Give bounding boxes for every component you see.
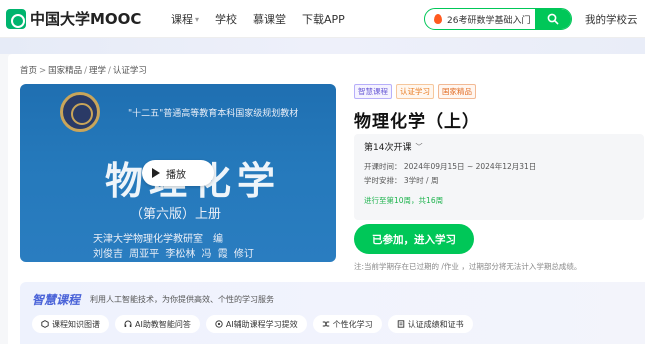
course-cover-video[interactable]: "十二五"普通高等教育本科国家级规划教材 物理化学 （第六版）上册 天津大学物理… [20,84,336,262]
my-school-cloud-link[interactable]: 我的学校云 [585,12,638,27]
course-tags: 智慧课程 认证学习 国家精品 [354,84,644,99]
smart-item-label: 认证成绩和证书 [407,319,464,329]
course-progress: 进行至第10周，共16周 [364,196,444,205]
smart-course-section: 智慧课程 利用人工智能技术，为你提供高效、个性的学习服务 课程知识图谱 AI助教… [20,282,645,344]
smart-course-desc: 利用人工智能技术，为你提供高效、个性的学习服务 [90,295,274,304]
play-icon [152,168,160,178]
cube-icon [41,320,49,328]
tag-national-quality: 国家精品 [438,84,476,99]
smart-item-label: 个性化学习 [332,319,373,329]
course-title: 物理化学（上） [354,112,480,132]
nav-download-app-label: 下载APP [302,13,345,26]
mooc-logo-icon [6,8,26,29]
certificate-icon [397,320,404,328]
nav-schools-label: 学校 [215,13,238,26]
top-navigation-bar: 中国大学MOOC 课程 ▾ 学校 慕课堂 下载APP 26考研数学基础入门 我的… [0,0,645,38]
session-info-box: 第14次开课 ﹀ 开课时间： 2024年09月15日 ~ 2024年12月31日… [354,134,644,220]
search-button[interactable] [535,9,571,29]
smart-feature-list: 课程知识图谱 AI助教智能问答 AI辅助课程学习提效 个性化学习 认证成绩和证书 [32,315,473,333]
smart-item-ai-efficiency[interactable]: AI辅助课程学习提效 [205,315,307,333]
search-input[interactable]: 26考研数学基础入门 [447,13,535,26]
ai-assist-icon [215,320,223,328]
tag-certified-learning: 认证学习 [396,84,434,99]
smart-item-knowledge-graph[interactable]: 课程知识图谱 [32,315,109,333]
nav-courses-label: 课程 [171,13,193,26]
nav-item-schools[interactable]: 学校 [215,11,237,27]
smart-item-label: AI助教智能问答 [135,319,191,329]
headset-icon [124,320,132,327]
course-hours: 学时安排： 3学时 / 周 [364,176,439,185]
course-info: 智慧课程 认证学习 国家精品 物理化学（上） 第14次开课 ﹀ 开课时间： 20… [354,84,644,271]
breadcrumb-national-quality[interactable]: 国家精品 [48,66,82,76]
expired-notice: 注:当前学期存在已过期的 /作业 ，过期部分将无法计入学期总成绩。 [354,262,582,271]
play-button[interactable]: 播放 [142,160,214,186]
cover-edition: （第六版）上册 [130,207,222,222]
site-logo[interactable]: 中国大学MOOC [6,8,141,29]
smart-item-label: 课程知识图谱 [52,319,100,329]
smart-item-certificate[interactable]: 认证成绩和证书 [387,315,473,333]
nav-mooc-classroom-label: 慕课堂 [253,13,287,26]
nav-item-mooc-classroom[interactable]: 慕课堂 [253,11,286,27]
smart-item-label: AI辅助课程学习提效 [225,319,298,329]
course-time: 开课时间： 2024年09月15日 ~ 2024年12月31日 [364,162,537,171]
flame-icon [434,14,442,24]
nav-item-download-app[interactable]: 下载APP [302,11,345,27]
play-label: 播放 [166,169,186,181]
enter-learning-button[interactable]: 已参加，进入学习 [354,224,474,254]
university-emblem-icon [60,92,100,132]
nav-item-courses[interactable]: 课程 ▾ [171,11,199,27]
logo-text: 中国大学MOOC [30,10,142,28]
session-selector[interactable]: 第14次开课 ﹀ [364,140,423,154]
smart-item-personalized[interactable]: 个性化学习 [312,315,382,333]
tag-smart-course: 智慧课程 [354,84,392,99]
smart-course-title: 智慧课程 [32,293,81,307]
cover-editors: 刘俊吉 周亚平 李松林 冯 霞 修订 [93,249,254,260]
session-label: 第14次开课 [364,143,412,153]
chevron-down-icon: ▾ [195,14,200,24]
smart-item-ai-assistant[interactable]: AI助教智能问答 [115,315,200,333]
header-band [0,38,645,54]
main-nav: 课程 ▾ 学校 慕课堂 下载APP [171,11,345,27]
search-box[interactable]: 26考研数学基础入门 [424,8,572,30]
shuffle-icon [322,321,329,327]
breadcrumb: 首页 > 国家精品 / 理学 / 认证学习 [20,66,147,76]
cover-author: 天津大学物理化学教研室 编 [93,234,223,245]
breadcrumb-certified-learning[interactable]: 认证学习 [113,66,147,76]
breadcrumb-science[interactable]: 理学 [89,66,106,76]
cover-series-text: "十二五"普通高等教育本科国家级规划教材 [128,109,299,119]
breadcrumb-home[interactable]: 首页 [20,66,37,76]
search-icon [547,13,559,25]
chevron-down-icon: ﹀ [415,142,423,151]
